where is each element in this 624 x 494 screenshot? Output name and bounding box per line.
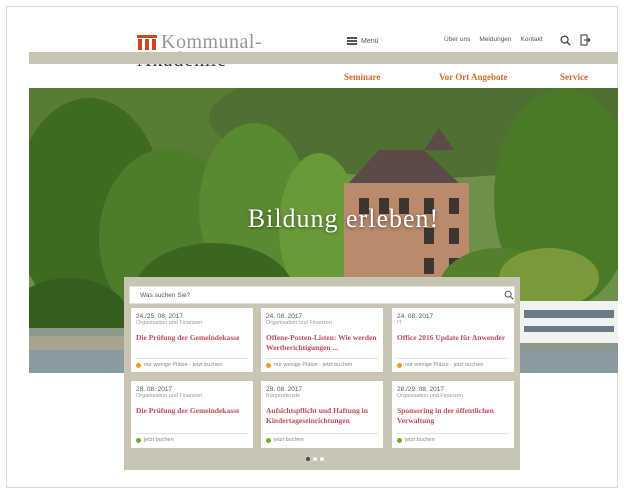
status-dot-icon [136,437,141,443]
event-date: 28./29. 08. 2017 [397,386,444,393]
event-title: Sponsoring in der öffentlichen Verwaltun… [397,406,494,425]
status-dot-icon [266,362,271,368]
hero-title: Bildung erleben! [247,204,440,233]
status-dot-icon [397,437,402,443]
event-status-label: jetzt buchen [274,437,304,443]
search-submit-icon[interactable] [504,290,514,300]
event-status: jetzt buchen [266,437,304,443]
event-status: jetzt buchen [136,437,174,443]
event-status-label: nur wenige Plätze - jetzt buchen [274,362,353,368]
nav-seminare[interactable]: Seminare [344,72,380,82]
carousel-pager [306,457,324,461]
hamburger-icon [347,37,357,45]
event-title: Die Prüfung der Gemeindekasse [136,406,240,415]
card-divider [397,358,509,359]
card-divider [266,433,378,434]
card-divider [397,433,509,434]
nav-vor-ort-angebote[interactable]: Vor Ort Angebote [439,72,508,82]
event-card[interactable]: 24. 08. 2017 IT Office 2016 Update für A… [392,308,514,372]
event-status-label: nur wenige Plätze - jetzt buchen [144,362,223,368]
event-title: Offene-Posten-Listen: Wie werden Wertber… [266,333,377,352]
status-dot-icon [397,362,402,368]
event-date: 28. 08. 2017 [266,386,303,393]
link-meldungen[interactable]: Meldungen [479,36,511,43]
event-status: nur wenige Plätze - jetzt buchen [266,362,352,368]
event-status: nur wenige Plätze - jetzt buchen [397,362,483,368]
event-card[interactable]: 24. 08. 2017 Organisation und Finanzen O… [261,308,383,372]
event-category: Bürgerdienste [266,393,301,399]
event-date: 28. 08. 2017 [136,386,173,393]
event-card[interactable]: 28. 08. 2017 Bürgerdienste Aufsichtspfli… [261,381,383,448]
card-divider [136,433,248,434]
search-icon[interactable] [560,35,571,46]
event-date: 24./25. 08. 2017 [136,313,183,320]
status-dot-icon [136,362,141,368]
status-dot-icon [266,437,271,443]
pager-dot[interactable] [306,457,310,461]
logo-columns-icon [137,35,157,50]
pager-dot[interactable] [320,457,324,461]
menu-button[interactable]: Menü [347,35,379,47]
event-status-label: nur wenige Plätze - jetzt buchen [405,362,484,368]
card-divider [266,358,378,359]
event-title: Office 2016 Update für Anwender [397,333,506,342]
event-category: Organisation und Finanzen [266,320,333,326]
event-status: nur wenige Plätze - jetzt buchen [136,362,222,368]
event-category: IT [397,320,402,326]
login-icon[interactable] [579,34,591,46]
event-card[interactable]: 24./25. 08. 2017 Organisation und Finanz… [131,308,253,372]
event-status-label: jetzt buchen [405,437,435,443]
event-status-label: jetzt buchen [144,437,174,443]
event-card[interactable]: 28./29. 08. 2017 Organisation und Finanz… [392,381,514,448]
event-category: Organisation und Finanzen [136,393,203,399]
menu-label: Menü [361,37,379,45]
event-date: 24. 08. 2017 [266,313,303,320]
top-links: Über uns Meldungen Kontakt [444,36,543,43]
search-input[interactable] [140,290,480,301]
event-category: Organisation und Finanzen [397,393,464,399]
event-title: Aufsichtspflicht und Haftung in Kinderta… [266,406,368,425]
link-ueber-uns[interactable]: Über uns [444,36,470,43]
event-panel: 24./25. 08. 2017 Organisation und Finanz… [124,277,520,470]
event-title: Die Prüfung der Gemeindekasse [136,333,240,342]
link-kontakt[interactable]: Kontakt [521,36,543,43]
header-band [29,52,618,64]
search-box [129,286,515,304]
event-status: jetzt buchen [397,437,435,443]
nav-service[interactable]: Service [560,72,588,82]
event-category: Organisation und Finanzen [136,320,203,326]
pager-dot[interactable] [313,457,317,461]
event-card[interactable]: 28. 08. 2017 Organisation und Finanzen D… [131,381,253,448]
event-date: 24. 08. 2017 [397,313,434,320]
card-divider [136,358,248,359]
